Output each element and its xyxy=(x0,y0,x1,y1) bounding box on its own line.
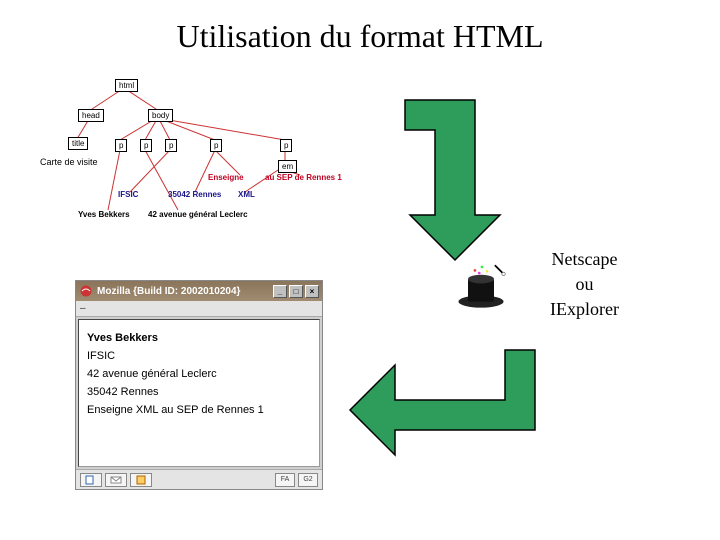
leaf-ifsic: IFSIC xyxy=(118,190,138,199)
html-tree-diagram: html head body title p p p p p em Carte … xyxy=(60,75,370,225)
mozilla-icon xyxy=(79,284,93,298)
label-iexplorer: IExplorer xyxy=(550,299,619,320)
window-title-text: Mozilla {Build ID: 2002010204} xyxy=(97,286,240,297)
node-body: body xyxy=(148,109,173,122)
window-content: Yves Bekkers IFSIC 42 avenue général Lec… xyxy=(78,319,320,467)
content-line-1: Yves Bekkers xyxy=(87,332,311,344)
node-html: html xyxy=(115,79,138,92)
content-line-3: 42 avenue général Leclerc xyxy=(87,368,311,380)
leaf-xml: XML xyxy=(238,190,255,199)
leaf-addr: 42 avenue général Leclerc xyxy=(148,210,248,219)
node-head: head xyxy=(78,109,104,122)
status-g2[interactable]: G2 xyxy=(298,473,318,487)
status-fa[interactable]: FA xyxy=(275,473,295,487)
close-button[interactable]: × xyxy=(305,285,319,298)
content-line-5: Enseigne XML au SEP de Rennes 1 xyxy=(87,404,311,416)
browser-list: Netscape ou IExplorer xyxy=(550,245,619,324)
leaf-name: Yves Bekkers xyxy=(78,210,130,219)
window-titlebar[interactable]: Mozilla {Build ID: 2002010204} _ □ × xyxy=(76,281,322,301)
node-p1: p xyxy=(115,139,127,152)
window-statusbar: FA G2 xyxy=(76,469,322,489)
tree-caption: Carte de visite xyxy=(40,157,98,167)
slide-title: Utilisation du format HTML xyxy=(0,0,720,55)
leaf-sep: au SEP de Rennes 1 xyxy=(265,173,342,182)
content-line-2: IFSIC xyxy=(87,350,311,362)
leaf-rennes: 35042 Rennes xyxy=(168,190,221,199)
content-line-4: 35042 Rennes xyxy=(87,386,311,398)
leaf-enseigne: Enseigne xyxy=(208,173,244,182)
doc-icon xyxy=(85,475,97,485)
magic-hat-icon xyxy=(455,260,507,312)
label-ou: ou xyxy=(550,274,619,295)
status-btn-2[interactable] xyxy=(105,473,127,487)
book-icon xyxy=(135,475,147,485)
status-btn-3[interactable] xyxy=(130,473,152,487)
arrow-down xyxy=(400,95,520,270)
node-title: title xyxy=(68,137,88,150)
minimize-button[interactable]: _ xyxy=(273,285,287,298)
browser-window: Mozilla {Build ID: 2002010204} _ □ × – Y… xyxy=(75,280,323,490)
window-menubar[interactable]: – xyxy=(76,301,322,317)
mail-icon xyxy=(110,475,122,485)
status-btn-1[interactable] xyxy=(80,473,102,487)
arrow-left xyxy=(345,345,545,470)
menu-item[interactable]: – xyxy=(80,303,86,314)
node-p3: p xyxy=(165,139,177,152)
node-p4: p xyxy=(210,139,222,152)
node-em: em xyxy=(278,160,297,173)
node-p5: p xyxy=(280,139,292,152)
label-netscape: Netscape xyxy=(550,249,619,270)
node-p2: p xyxy=(140,139,152,152)
maximize-button[interactable]: □ xyxy=(289,285,303,298)
